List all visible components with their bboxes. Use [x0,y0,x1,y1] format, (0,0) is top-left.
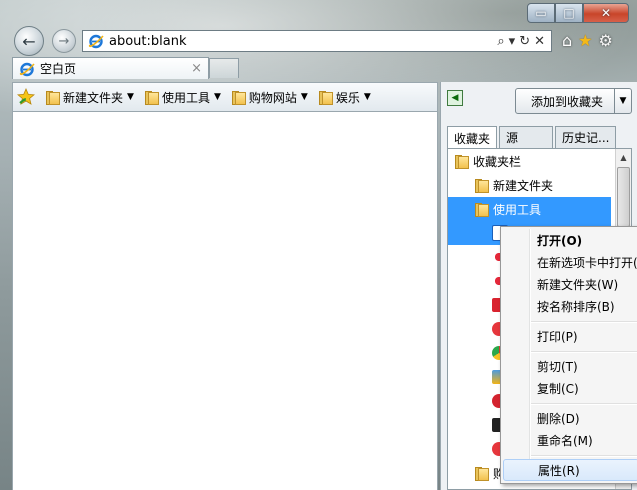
pin-panel-icon[interactable]: ◀ [447,90,463,106]
menu-item-properties[interactable]: 属性(R) [503,459,637,481]
tree-item-new-folder[interactable]: 新建文件夹 [474,173,553,197]
tab-history[interactable]: 历史记... [555,126,617,148]
home-icon[interactable]: ⌂ [562,30,572,52]
gear-icon[interactable]: ⚙ [599,30,613,52]
minimize-button[interactable]: ▭ [527,3,555,23]
menu-item-cut[interactable]: 剪切(T) [503,355,637,377]
folder-icon [474,202,489,217]
menu-item-open-new-tab[interactable]: 在新选项卡中打开( [503,251,637,273]
menu-separator [531,321,637,323]
menu-item-sort-by-name[interactable]: 按名称排序(B) [503,295,637,317]
fav-folder-tools[interactable]: 使用工具 ▼ [144,89,221,106]
arrow-left-icon: ← [22,31,36,51]
tree-item-tools-selected[interactable]: 使用工具 [448,197,611,221]
favorites-star-icon[interactable]: ★ [578,30,592,52]
menu-separator [531,455,637,457]
maximize-icon: □ [563,6,575,20]
menu-item-open[interactable]: 打开(O) [503,229,637,251]
menu-separator [531,351,637,353]
fav-folder-new[interactable]: 新建文件夹 ▼ [45,89,134,106]
maximize-button[interactable]: □ [555,3,583,23]
close-window-button[interactable]: ✕ [583,3,629,23]
menu-item-new-folder[interactable]: 新建文件夹(W) [503,273,637,295]
address-dropdown-icon[interactable]: ▾ [509,34,516,49]
tab-close-icon[interactable]: × [191,61,202,76]
folder-icon [454,154,469,169]
ie-logo-icon [88,34,104,49]
fav-folder-shopping[interactable]: 购物网站 ▼ [231,89,308,106]
search-icon[interactable]: ⌕ [497,34,504,49]
add-to-favorites-bar-icon[interactable] [17,88,35,106]
fav-folder-label: 使用工具 [161,90,210,105]
menu-separator [531,403,637,405]
address-input[interactable]: about:blank [109,34,497,49]
chevron-down-icon: ▼ [300,92,308,102]
arrow-right-icon: → [58,33,70,49]
chevron-down-icon: ▼ [363,92,371,102]
folder-icon [474,466,489,481]
chevron-down-icon: ▼ [213,92,221,102]
address-tools: ⌕ ▾ ↻ ✕ [497,34,545,49]
stop-icon[interactable]: ✕ [534,34,545,49]
menu-item-copy[interactable]: 复制(C) [503,377,637,399]
address-bar[interactable]: about:blank ⌕ ▾ ↻ ✕ [82,30,552,52]
refresh-icon[interactable]: ↻ [519,34,530,49]
tree-item-label: 新建文件夹 [493,178,554,193]
menu-item-delete[interactable]: 删除(D) [503,407,637,429]
fav-folder-label: 娱乐 [335,90,360,105]
add-to-favorites-button[interactable]: 添加到收藏夹 [515,88,619,114]
tree-item-label: 使用工具 [493,202,542,217]
context-menu: 打开(O) 在新选项卡中打开( 新建文件夹(W) 按名称排序(B) 打印(P) … [500,226,637,484]
folder-icon [45,90,60,105]
panel-tabs: 收藏夹 源 历史记... [447,126,618,149]
favorites-bar: 新建文件夹 ▼ 使用工具 ▼ 购物网站 ▼ 娱乐 ▼ [12,82,438,112]
page-content[interactable] [12,112,438,490]
scroll-up-icon[interactable]: ▲ [616,149,631,165]
chevron-down-icon: ▼ [127,92,134,102]
folder-icon [144,90,159,105]
minimize-icon: ▭ [535,6,547,20]
menu-item-print[interactable]: 打印(P) [503,325,637,347]
tree-item-favorites-bar[interactable]: 收藏夹栏 [454,149,521,173]
close-icon: ✕ [600,6,612,20]
command-icons: ⌂ ★ ⚙ [562,30,613,52]
fav-folder-entertainment[interactable]: 娱乐 ▼ [318,89,371,106]
tab-favorites[interactable]: 收藏夹 [447,126,498,149]
back-button[interactable]: ← [14,26,44,56]
window-controls: ▭ □ ✕ [527,3,629,23]
new-tab-button[interactable] [209,58,239,78]
ie-logo-icon [19,62,35,76]
tree-item-label: 收藏夹栏 [473,154,522,169]
tab-feeds[interactable]: 源 [499,126,554,148]
folder-icon [474,178,489,193]
tab-blank-page[interactable]: 空白页 × [12,57,209,79]
folder-icon [318,90,333,105]
scroll-thumb[interactable] [617,167,630,227]
add-to-favorites-dropdown[interactable]: ▼ [614,88,632,114]
star-arrow-icon [17,88,35,105]
fav-folder-label: 新建文件夹 [63,90,124,105]
forward-button[interactable]: → [52,29,76,53]
menu-item-rename[interactable]: 重命名(M) [503,429,637,451]
folder-icon [231,90,246,105]
tab-title: 空白页 [40,62,77,76]
fav-folder-label: 购物网站 [248,90,297,105]
